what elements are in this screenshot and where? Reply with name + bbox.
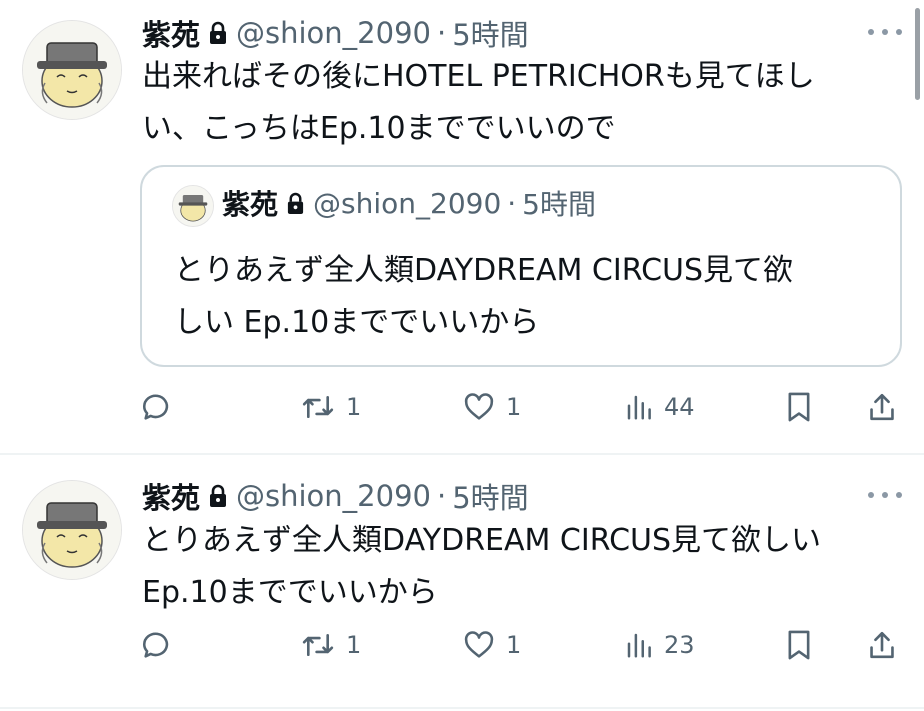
timestamp[interactable]: 5時間 — [452, 12, 528, 54]
lock-icon — [208, 484, 228, 508]
display-name[interactable]: 紫苑 — [142, 475, 200, 517]
views-count: 23 — [664, 631, 695, 659]
tweet[interactable]: 紫苑 @shion_2090 · 5時間 出来ればその後にHOTEL PETRI… — [0, 0, 924, 452]
analytics-icon — [624, 392, 654, 422]
text-line: しい Ep.10まででいいから — [174, 305, 540, 340]
timestamp: 5時間 — [522, 188, 596, 221]
separator: · — [507, 186, 517, 220]
bookmark-button[interactable] — [784, 382, 814, 432]
user-handle[interactable]: @shion_2090 — [236, 479, 431, 513]
action-bar: 1 1 44 — [140, 382, 910, 432]
bookmark-icon — [784, 628, 814, 662]
action-bar: 1 1 23 — [140, 620, 910, 670]
share-button[interactable] — [866, 382, 898, 432]
more-icon[interactable] — [868, 22, 902, 42]
reply-icon — [140, 628, 174, 662]
lock-icon — [286, 192, 305, 215]
heart-icon — [462, 628, 496, 662]
reply-button[interactable] — [140, 620, 184, 670]
quote-text: とりあえず全人類DAYDREAM CIRCUS見て欲 しい Ep.10まででいい… — [174, 245, 874, 349]
reply-icon — [140, 390, 174, 424]
more-icon[interactable] — [868, 485, 902, 505]
separator: · — [437, 479, 447, 513]
text-line: 出来ればその後にHOTEL PETRICHORも見てほし — [142, 59, 815, 94]
lock-icon — [208, 21, 228, 45]
avatar — [172, 185, 214, 227]
analytics-icon — [624, 630, 654, 660]
bookmark-button[interactable] — [784, 620, 814, 670]
retweet-button[interactable]: 1 — [300, 382, 361, 432]
text-line: い、こっちはEp.10まででいいので — [142, 111, 616, 146]
scrollbar[interactable] — [915, 8, 920, 100]
like-button[interactable]: 1 — [462, 620, 521, 670]
retweet-icon — [300, 628, 336, 662]
views-count: 44 — [664, 393, 695, 421]
retweet-button[interactable]: 1 — [300, 620, 361, 670]
text-line: Ep.10まででいいから — [142, 575, 438, 610]
views-button[interactable]: 44 — [624, 382, 695, 432]
tweet-divider — [0, 707, 924, 709]
like-count: 1 — [506, 631, 522, 659]
retweet-count: 1 — [346, 393, 362, 421]
bookmark-icon — [784, 390, 814, 424]
like-count: 1 — [506, 393, 522, 421]
display-name: 紫苑 — [222, 188, 279, 221]
text-line: とりあえず全人類DAYDREAM CIRCUS見て欲 — [174, 253, 794, 288]
user-handle[interactable]: @shion_2090 — [236, 16, 431, 50]
avatar[interactable] — [22, 480, 122, 580]
user-handle: @shion_2090 — [313, 186, 502, 220]
views-button[interactable]: 23 — [624, 620, 695, 670]
quote-header: 紫苑 @shion_2090 · 5時間 — [222, 183, 596, 223]
heart-icon — [462, 390, 496, 424]
reply-button[interactable] — [140, 382, 184, 432]
tweet-text: 出来ればその後にHOTEL PETRICHORも見てほし い、こっちはEp.10… — [142, 51, 882, 155]
tweet-header: 紫苑 @shion_2090 · 5時間 — [142, 476, 529, 516]
tweet[interactable]: 紫苑 @shion_2090 · 5時間 とりあえず全人類DAYDREAM CI… — [0, 456, 924, 706]
text-line: とりあえず全人類DAYDREAM CIRCUS見て欲しい — [142, 523, 822, 558]
tweet-text: とりあえず全人類DAYDREAM CIRCUS見て欲しい Ep.10まででいいか… — [142, 515, 882, 619]
retweet-count: 1 — [346, 631, 362, 659]
share-icon — [866, 628, 898, 662]
like-button[interactable]: 1 — [462, 382, 521, 432]
timestamp[interactable]: 5時間 — [452, 475, 528, 517]
tweet-header: 紫苑 @shion_2090 · 5時間 — [142, 13, 529, 53]
retweet-icon — [300, 390, 336, 424]
display-name[interactable]: 紫苑 — [142, 12, 200, 54]
avatar[interactable] — [22, 20, 122, 120]
quoted-tweet[interactable]: 紫苑 @shion_2090 · 5時間 とりあえず全人類DAYDREAM CI… — [140, 165, 902, 367]
share-button[interactable] — [866, 620, 898, 670]
tweet-divider — [0, 453, 924, 455]
separator: · — [437, 16, 447, 50]
share-icon — [866, 390, 898, 424]
